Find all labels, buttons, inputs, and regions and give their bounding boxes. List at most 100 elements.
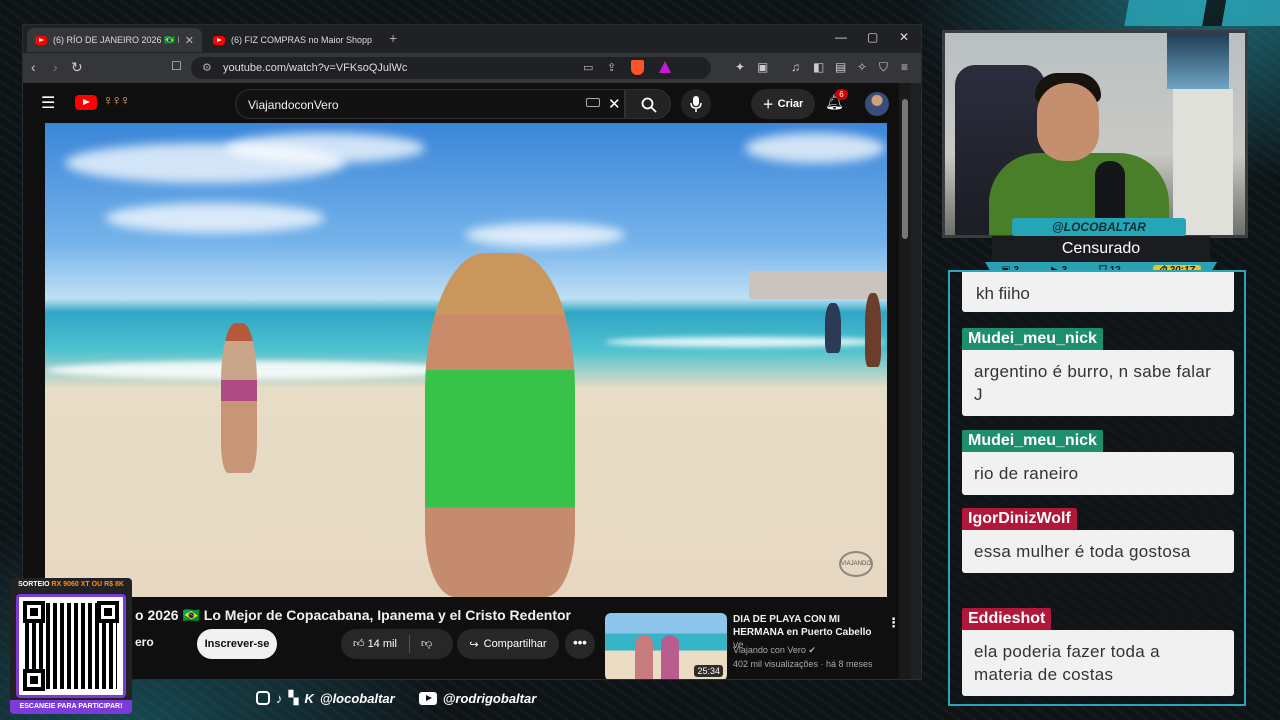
like-count: 14 mil (367, 638, 397, 650)
like-button[interactable]: 👍︎ 14 mil (353, 637, 397, 650)
share-icon[interactable]: ⇪ (607, 61, 616, 74)
wallet-icon[interactable]: ▤ (835, 60, 846, 74)
close-tab-icon[interactable]: ✕ (185, 34, 194, 47)
youtube-icon (418, 691, 437, 705)
media-icon[interactable]: ♫ (791, 60, 800, 74)
giveaway-instruction: ESCANEIE PARA PARTICIPAR! (10, 700, 132, 714)
kick-icon: K (304, 690, 314, 706)
site-info-icon[interactable]: ⚙ (202, 61, 212, 74)
create-label: Criar (777, 98, 804, 110)
new-tab-button[interactable]: + (389, 30, 397, 46)
scrollbar-thumb[interactable] (902, 99, 908, 239)
share-arrow-icon: ↪ (469, 638, 479, 651)
brave-rewards-icon[interactable] (659, 61, 671, 73)
chat-message: IgorDinizWolf essa mulher é toda gostosa (962, 508, 1234, 573)
tab-strip: (6) RÍO DE JANEIRO 2026 🇧🇷 Lo Mejor ✕ (6… (23, 25, 921, 53)
microphone (1095, 161, 1125, 221)
social-handle-youtube: @rodrigobaltar (442, 690, 537, 706)
plus-icon: ＋ (762, 99, 774, 111)
chat-text: argentino é burro, n sabe falar J (962, 350, 1234, 416)
chat-message: Eddieshot ela poderia fazer toda a mater… (962, 608, 1234, 696)
chat-username: Mudei_meu_nick (962, 430, 1103, 452)
qr-finder (97, 601, 119, 623)
chat-message-partial: kh fiiho (962, 272, 1234, 312)
twitch-icon: ▚ (288, 690, 299, 705)
voice-search-button[interactable] (681, 89, 711, 119)
overlay-accent-stripe (1090, 0, 1280, 26)
chat-text: ela poderia fazer toda a materia de cost… (962, 630, 1234, 696)
create-button[interactable]: ＋ Criar (751, 89, 815, 119)
tab-title: (6) RÍO DE JANEIRO 2026 🇧🇷 Lo Mejor (53, 34, 179, 45)
recommended-channel-name[interactable]: Viajando con Vero ✔ (733, 645, 816, 656)
youtube-page: ☰ ♀♀♀ ViajandoconVero ✕ ＋ Criar 🔔︎ 6 VIA… (23, 83, 911, 679)
chat-message: Mudei_meu_nick argentino é burro, n sabe… (962, 328, 1234, 416)
browser-tab[interactable]: (6) FIZ COMPRAS no Maior Shopping da CHI… (205, 28, 380, 52)
bookmark-icon[interactable]: ☐ (171, 59, 182, 73)
instagram-icon (256, 691, 270, 705)
page-scrollbar[interactable] (899, 83, 911, 679)
dislike-icon[interactable]: 👎︎ (421, 637, 432, 650)
reload-icon[interactable]: ↻ (71, 59, 83, 76)
qr-code (16, 594, 126, 698)
chat-text: essa mulher é toda gostosa (962, 530, 1234, 573)
beachgoer-figure (825, 303, 841, 353)
video-title: o 2026 🇧🇷 Lo Mejor de Copacabana, Ipanem… (135, 607, 571, 623)
menu-icon[interactable]: ≡ (901, 60, 908, 74)
tab-search-icon[interactable]: ▣ (757, 60, 768, 74)
subscribe-button[interactable]: Inscrever-se (197, 629, 277, 659)
channel-watermark: VIAJANDO (839, 551, 873, 577)
notification-badge: 6 (835, 89, 848, 100)
streamer-handle: @LOCOBALTAR (1012, 218, 1186, 236)
back-icon[interactable]: ‹ (31, 59, 36, 75)
url-text: youtube.com/watch?v=VFKsoQJulWc (223, 62, 408, 74)
social-handles: ♪ ▚ K @locobaltar @rodrigobaltar (256, 690, 536, 706)
vpn-icon[interactable]: ⛉ (879, 60, 888, 75)
like-dislike-group: 👍︎ 14 mil 👎︎ (341, 629, 453, 659)
cast-icon[interactable]: ▭ (583, 61, 593, 74)
keyboard-icon[interactable] (586, 98, 600, 107)
qr-finder (23, 669, 45, 691)
hamburger-menu-icon[interactable]: ☰ (41, 93, 55, 113)
giveaway-title: SORTEIO RX 9060 XT OU R$ 8K (18, 581, 124, 588)
maximize-button[interactable]: ▢ (867, 30, 878, 44)
background-door (1173, 89, 1233, 235)
qr-finder (23, 601, 45, 623)
thumbnail-figure (635, 635, 653, 679)
video-player[interactable]: VIAJANDO (45, 123, 887, 597)
extensions-icon[interactable]: ✦ (735, 60, 745, 74)
beachgoer-figure (865, 293, 881, 367)
share-button[interactable]: ↪ Compartilhar (457, 629, 559, 659)
woman-in-green-swimsuit (425, 253, 575, 597)
clear-search-icon[interactable]: ✕ (608, 95, 621, 113)
forward-icon[interactable]: › (53, 59, 58, 75)
youtube-header: ☰ ♀♀♀ ViajandoconVero ✕ ＋ Criar 🔔︎ 6 (23, 83, 911, 123)
recommended-video-stats: 402 mil visualizações · há 8 meses (733, 659, 873, 669)
youtube-logo[interactable] (75, 95, 97, 110)
recommended-video-thumbnail[interactable]: 25:34 (605, 613, 727, 679)
account-avatar[interactable] (865, 92, 889, 116)
divider (409, 635, 410, 653)
chat-username: Mudei_meu_nick (962, 328, 1103, 350)
channel-name[interactable]: ero (135, 635, 154, 649)
sidebar-icon[interactable]: ◧ (813, 60, 824, 74)
tiktok-icon: ♪ (276, 690, 283, 706)
close-window-button[interactable]: ✕ (899, 30, 909, 44)
microphone-icon (690, 96, 702, 112)
search-button[interactable] (625, 89, 671, 119)
youtube-favicon-icon (35, 35, 47, 45)
search-input[interactable]: ViajandoconVero ✕ (235, 89, 625, 119)
browser-window: (6) RÍO DE JANEIRO 2026 🇧🇷 Lo Mejor ✕ (6… (22, 24, 922, 680)
minimize-button[interactable]: — (835, 30, 847, 44)
beachgoer-figure (221, 323, 257, 473)
leo-icon[interactable]: ✧ (857, 60, 867, 74)
search-icon (641, 97, 657, 113)
more-actions-button[interactable]: ••• (565, 629, 595, 659)
thumbnail-figure (661, 635, 679, 679)
social-handle-primary: @locobaltar (319, 690, 395, 706)
tv-screen (1167, 33, 1229, 89)
brave-shields-icon[interactable] (631, 60, 644, 75)
chat-username: IgorDinizWolf (962, 508, 1077, 530)
browser-tab-active[interactable]: (6) RÍO DE JANEIRO 2026 🇧🇷 Lo Mejor ✕ (27, 28, 202, 52)
doodle-dancers-icon[interactable]: ♀♀♀ (103, 92, 130, 108)
tab-title: (6) FIZ COMPRAS no Maior Shopping da CHI… (231, 35, 372, 45)
